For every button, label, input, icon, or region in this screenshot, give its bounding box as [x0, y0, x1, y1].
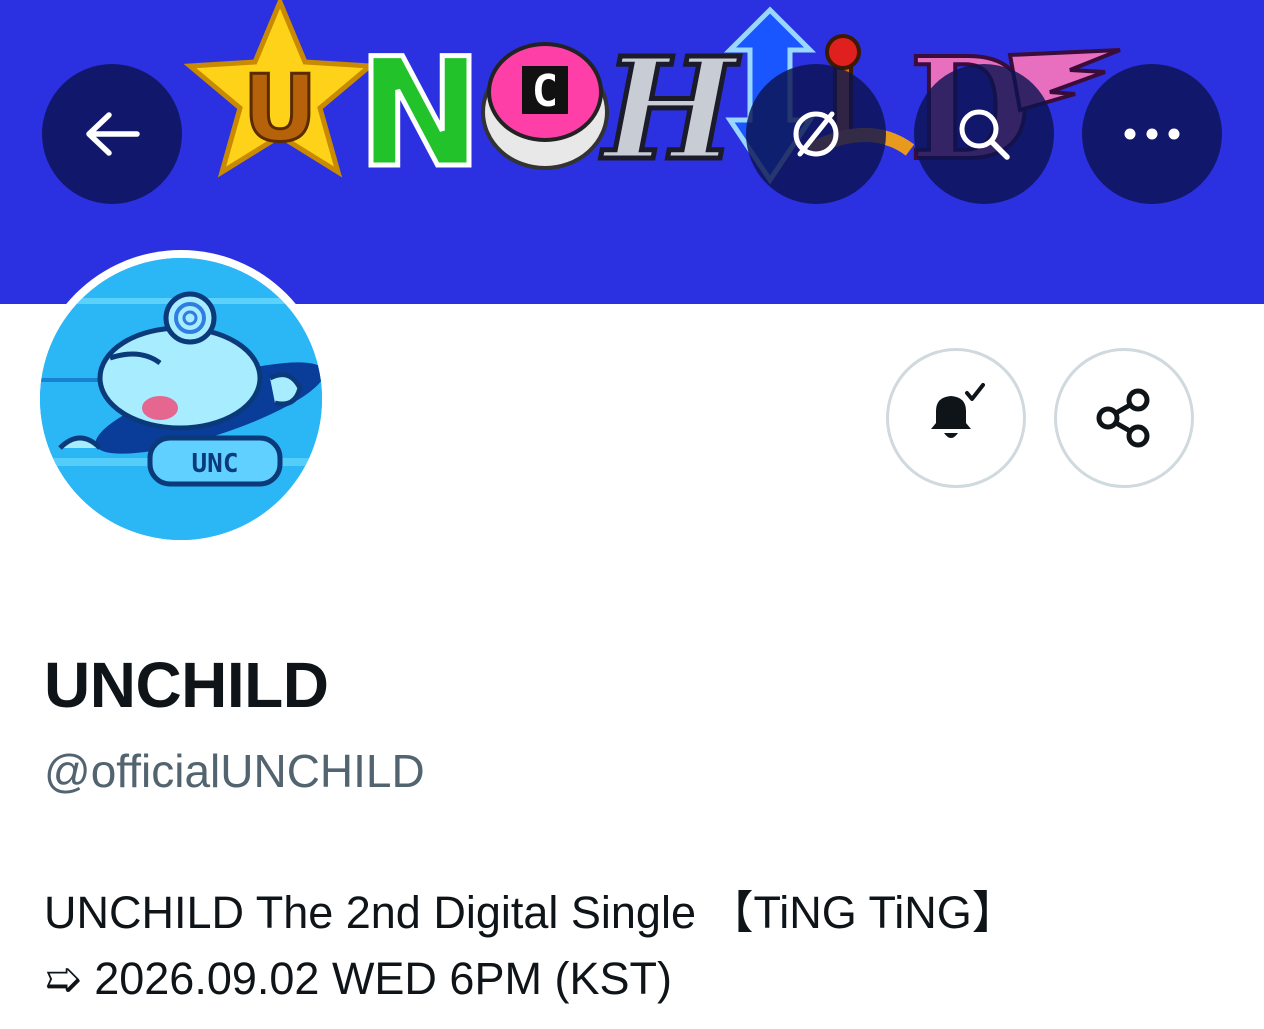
svg-text:C: C: [532, 66, 559, 117]
release-date-text: 2026.09.02 WED 6PM (KST): [81, 953, 672, 1004]
user-handle: @officialUNCHILD: [44, 745, 425, 797]
bio-line: UNCHILD The 2nd Digital Single 【TiNG TiN…: [44, 876, 1017, 941]
svg-text:UNC: UNC: [192, 449, 239, 479]
arrow-left-icon: [86, 112, 140, 156]
timeline-off-icon: [793, 111, 839, 157]
search-icon: [959, 109, 1010, 160]
more-horizontal-icon: [1124, 128, 1180, 140]
bio-text: UNCHILD The 2nd Digital Single 【TiNG TiN…: [44, 887, 1017, 938]
share-button[interactable]: [1054, 348, 1194, 488]
display-name: UNCHILD: [44, 649, 329, 721]
notifications-button[interactable]: [886, 348, 1026, 488]
share-icon: [1096, 388, 1150, 448]
more-button[interactable]: [1082, 64, 1222, 204]
timeline-button[interactable]: [746, 64, 886, 204]
back-button[interactable]: [42, 64, 182, 204]
search-button[interactable]: [914, 64, 1054, 204]
avatar: UNC: [40, 258, 322, 540]
avatar-frog-icon: UNC: [40, 258, 322, 540]
arrow-right-icon: ➯: [44, 953, 82, 1004]
bio-line: ➯ 2026.09.02 WED 6PM (KST): [44, 952, 672, 1005]
bell-subscribed-icon: [931, 383, 985, 438]
svg-text:N: N: [357, 27, 483, 201]
svg-text:H: H: [600, 28, 740, 192]
profile-avatar[interactable]: UNC: [32, 250, 330, 548]
svg-text:U: U: [243, 55, 318, 162]
